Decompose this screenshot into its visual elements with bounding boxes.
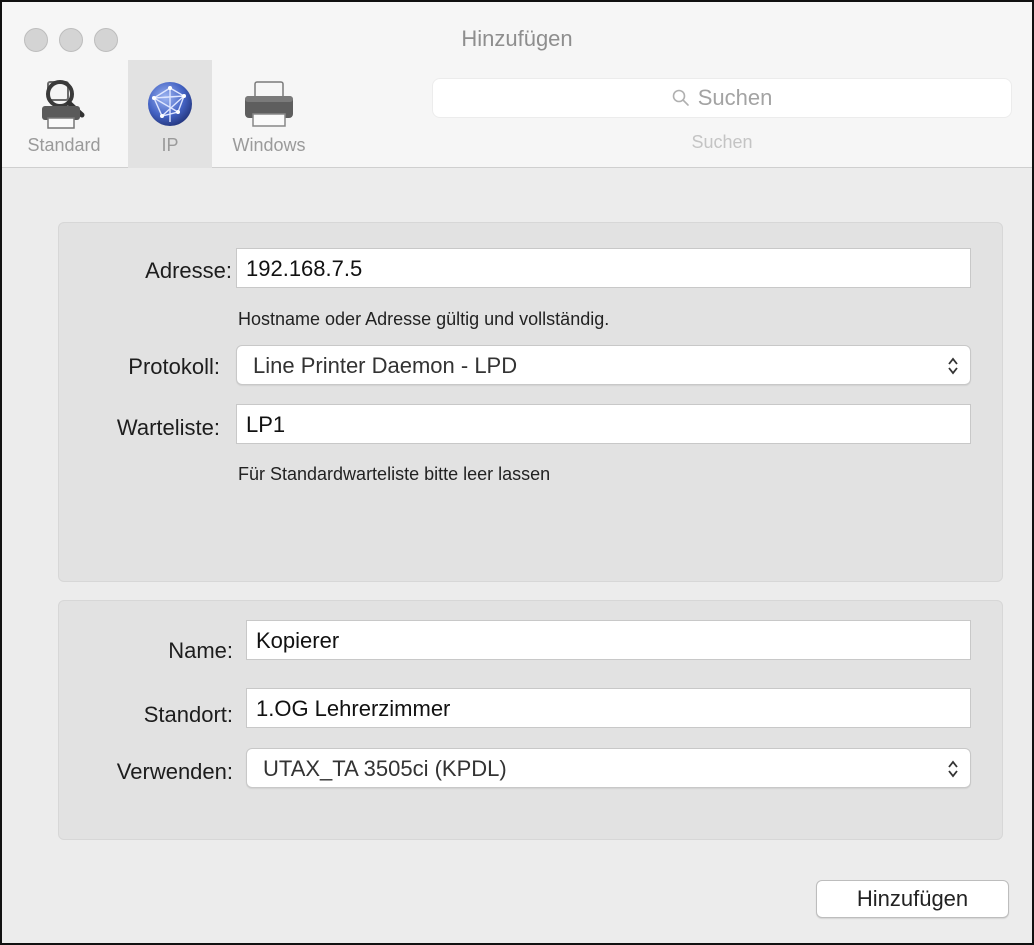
toolbar: Hinzufügen Standard IP Windows Suchen Su… [2, 2, 1032, 168]
address-label: Adresse: [145, 258, 232, 283]
driver-popup[interactable]: UTAX_TA 3505ci (KPDL) [246, 748, 971, 788]
address-hint: Hostname oder Adresse gültig und vollstä… [238, 309, 610, 329]
location-field[interactable]: 1.OG Lehrerzimmer [246, 688, 971, 728]
driver-value: UTAX_TA 3505ci (KPDL) [263, 756, 507, 781]
name-field[interactable]: Kopierer [246, 620, 971, 660]
tab-windows-label: Windows [232, 135, 306, 155]
protocol-label: Protokoll: [128, 354, 220, 379]
protocol-popup[interactable]: Line Printer Daemon - LPD [236, 345, 971, 385]
search-label: Suchen [691, 132, 753, 152]
queue-hint: Für Standardwarteliste bitte leer lassen [238, 464, 551, 484]
add-printer-window: Hinzufügen Standard IP Windows Suchen Su… [0, 0, 1034, 945]
address-field[interactable]: 192.168.7.5 [236, 248, 971, 288]
queue-field[interactable]: LP1 [236, 404, 971, 444]
printer-icon [245, 81, 293, 127]
tab-ip[interactable]: IP [128, 60, 212, 168]
search-field[interactable]: Suchen [432, 78, 1012, 118]
tab-ip-label: IP [161, 135, 179, 155]
search-icon [672, 89, 689, 106]
globe-icon [148, 82, 192, 126]
window-title: Hinzufügen [461, 26, 573, 51]
location-label: Standort: [143, 702, 233, 727]
chevron-updown-icon [948, 357, 958, 375]
queue-label: Warteliste: [116, 415, 220, 440]
driver-label: Verwenden: [116, 759, 233, 784]
add-button[interactable]: Hinzufügen [816, 880, 1009, 918]
tab-windows[interactable]: Windows [214, 60, 324, 168]
tab-standard-label: Standard [27, 135, 101, 155]
tab-standard[interactable]: Standard [2, 60, 126, 168]
protocol-value: Line Printer Daemon - LPD [253, 353, 518, 378]
chevron-updown-icon [948, 760, 958, 778]
search-placeholder: Suchen [697, 85, 773, 110]
name-label: Name: [168, 638, 233, 663]
magnifier-printer-icon [42, 80, 85, 129]
